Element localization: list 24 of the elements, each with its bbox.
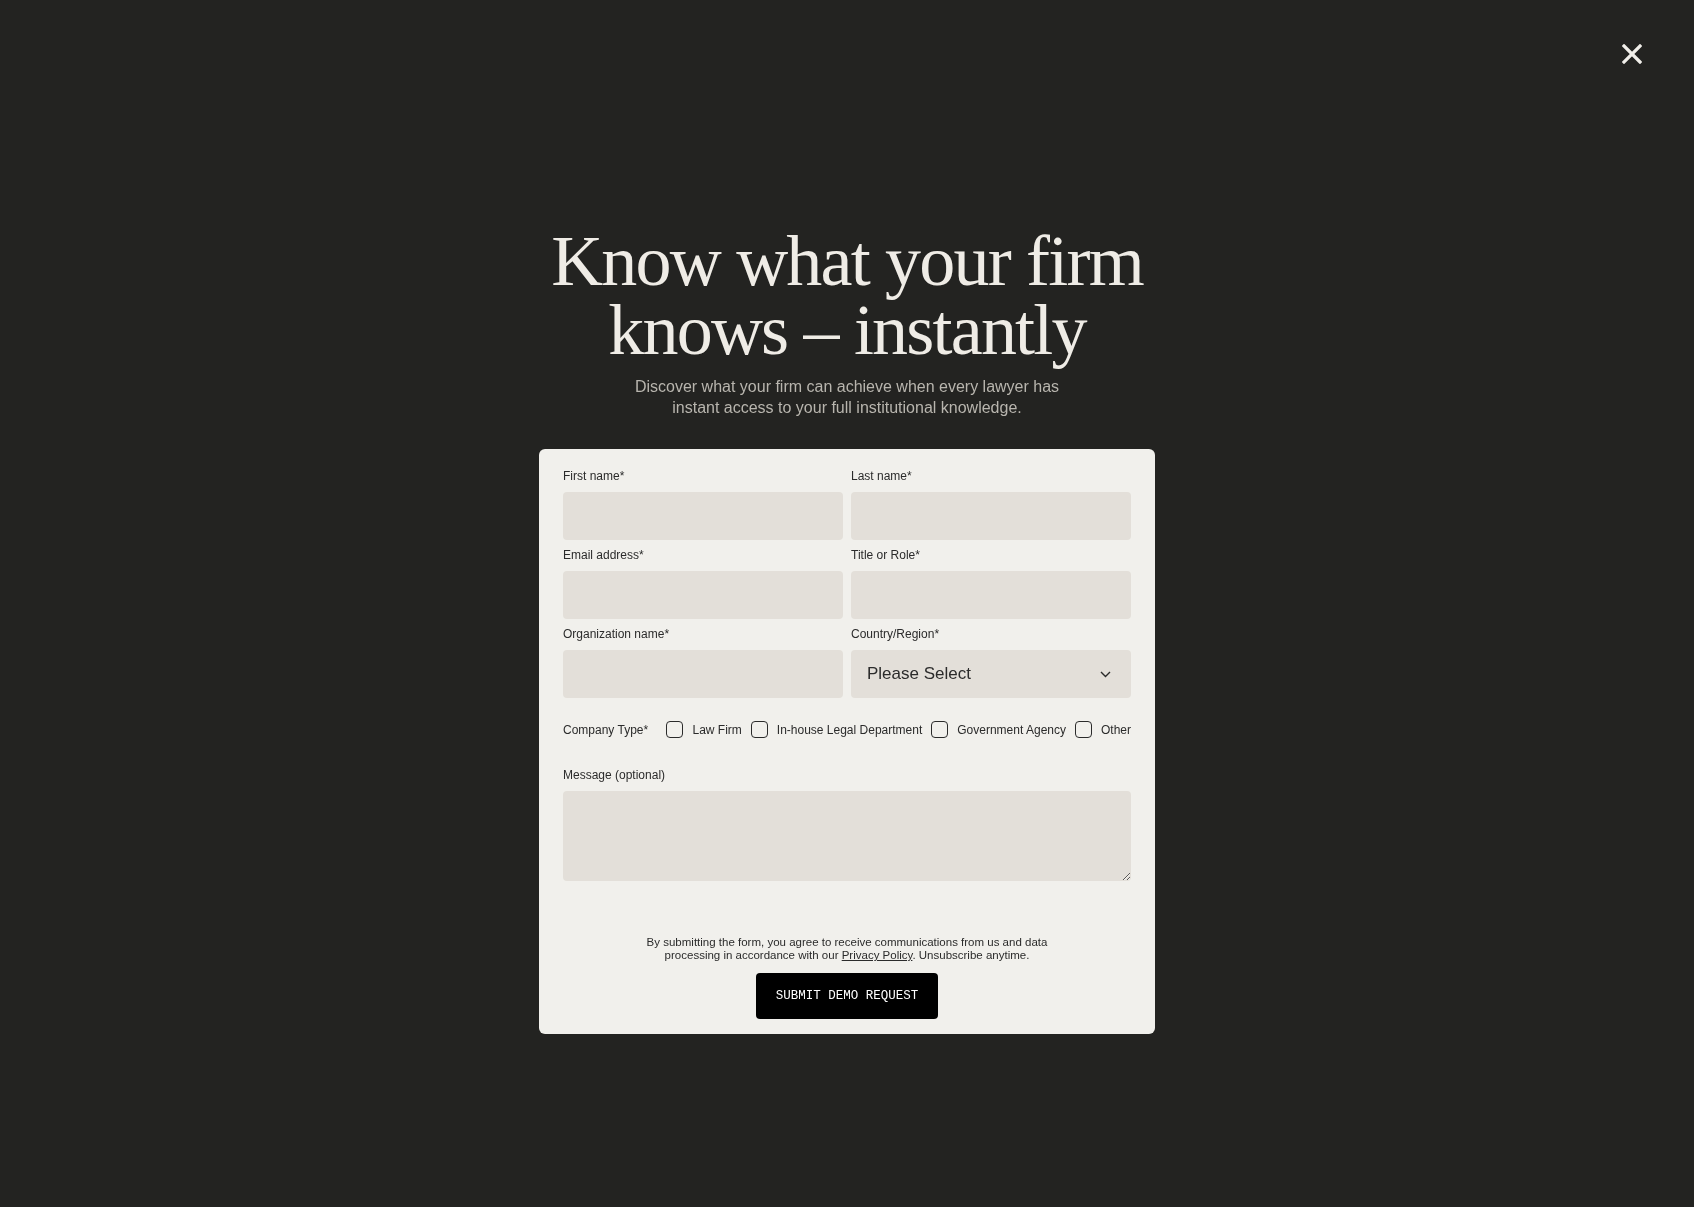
field-label: Country/Region*: [851, 626, 941, 642]
checkbox[interactable]: [750, 721, 768, 738]
checkbox-label[interactable]: Other: [1101, 721, 1131, 738]
field-label: Organization name*: [563, 626, 671, 642]
chevron-down-icon: [1100, 670, 1111, 678]
checkbox-label[interactable]: In-house Legal Department: [776, 721, 923, 738]
message-field[interactable]: [563, 791, 1131, 881]
checkbox-label[interactable]: Government Agency: [957, 721, 1066, 738]
field-label: Company Type*: [563, 721, 649, 738]
field-label: Last name*: [851, 468, 913, 484]
close-button[interactable]: [1622, 44, 1642, 64]
field-label: Title or Role*: [851, 547, 921, 563]
field-label: Email address*: [563, 547, 645, 563]
checkbox[interactable]: [1075, 721, 1092, 738]
checkbox[interactable]: [666, 721, 684, 738]
checkbox[interactable]: [931, 721, 949, 738]
field-label: First name*: [563, 468, 626, 484]
submit-button[interactable]: SUBMIT DEMO REQUEST: [756, 973, 938, 1019]
page-subtitle: Discover what your firm can achieve when every lawyer has instant access to your full institutional knowledge.: [633, 377, 1061, 418]
close-icon: [1622, 44, 1642, 64]
field-label: Message (optional): [563, 767, 667, 783]
checkbox-label[interactable]: Law Firm: [692, 721, 742, 738]
select-field[interactable]: Please Select: [851, 650, 1131, 698]
consent-text: By submitting the form, you agree to receive communications from us and data processing in accordance with our Privacy Policy. Unsubscribe anytime.: [645, 936, 1049, 962]
